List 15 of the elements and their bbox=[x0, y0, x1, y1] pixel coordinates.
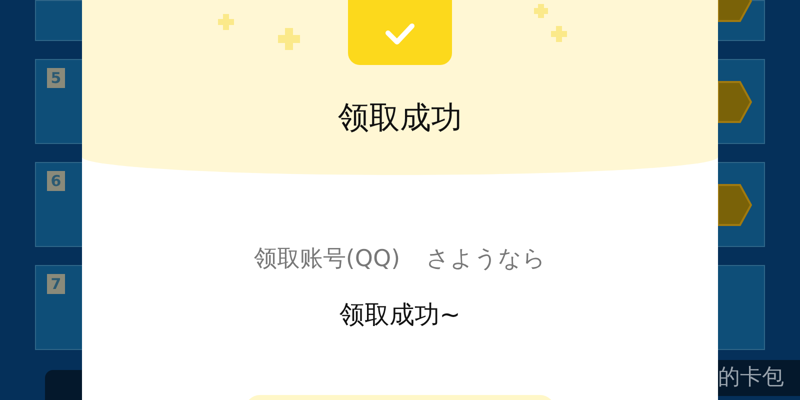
card-number: 6 bbox=[47, 171, 65, 191]
success-message: 领取成功~ bbox=[340, 299, 460, 331]
card-background bbox=[35, 0, 82, 41]
card-number: 7 bbox=[47, 274, 65, 294]
card-number: 5 bbox=[47, 68, 65, 88]
sparkle-icon bbox=[218, 14, 234, 30]
sparkle-icon bbox=[534, 4, 548, 18]
account-name: さようなら bbox=[426, 245, 546, 274]
dialog-title: 领取成功 bbox=[338, 99, 462, 138]
card-pack-label: 的卡包 bbox=[718, 360, 800, 396]
bottom-bar bbox=[45, 370, 82, 400]
account-label: 领取账号(QQ) bbox=[254, 245, 400, 274]
sparkle-icon bbox=[278, 28, 300, 50]
sparkle-icon bbox=[551, 26, 567, 42]
check-badge-icon bbox=[348, 0, 452, 65]
